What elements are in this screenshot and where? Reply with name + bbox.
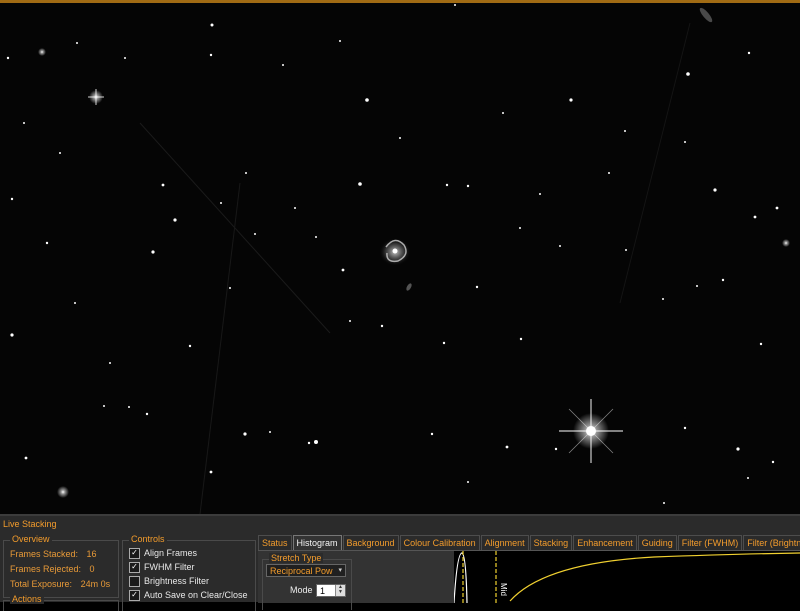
tab-alignment[interactable]: Alignment (480, 535, 529, 550)
frames-rejected-row: Frames Rejected: 0 (10, 564, 95, 574)
tab-stacking[interactable]: Stacking (529, 535, 573, 550)
fwhm-filter-checkbox[interactable]: ✓ FWHM Filter (129, 561, 195, 573)
chevron-down-icon: ▾ (338, 567, 342, 574)
overview-group: Overview Frames Stacked: 16 Frames Rejec… (3, 534, 119, 598)
frames-stacked-value: 16 (86, 549, 97, 559)
total-exposure-label: Total Exposure: (10, 579, 73, 589)
controls-group: Controls ✓ Align Frames ✓ FWHM Filter Br… (122, 534, 256, 611)
checkbox-icon: ✓ (129, 561, 140, 573)
auto-save-checkbox[interactable]: ✓ Auto Save on Clear/Close (129, 589, 248, 601)
frames-stacked-row: Frames Stacked: 16 (10, 549, 97, 559)
tab-background[interactable]: Background (342, 535, 399, 550)
checkbox-icon (129, 575, 140, 587)
star-field (6, 4, 790, 514)
stepper-arrows-icon[interactable]: ▲ ▼ (335, 585, 345, 596)
live-stacking-panel: Live Stacking Overview Frames Stacked: 1… (0, 514, 800, 611)
tab-filter-fwhm[interactable]: Filter (FWHM) (677, 535, 743, 550)
midpoint-marker-label: Mid (499, 583, 508, 596)
panel-title: Live Stacking (3, 519, 57, 529)
frames-rejected-value: 0 (89, 564, 95, 574)
histogram-curve: Mid (453, 551, 800, 604)
tab-enhancement[interactable]: Enhancement (573, 535, 637, 550)
tab-status[interactable]: Status (258, 535, 292, 550)
spiral-galaxy (379, 238, 411, 266)
brightness-filter-checkbox[interactable]: Brightness Filter (129, 575, 209, 587)
overview-label: Overview (10, 534, 52, 544)
actions-label: Actions (10, 594, 44, 604)
tab-filter-brightness[interactable]: Filter (Brightness) (743, 535, 800, 550)
frames-stacked-label: Frames Stacked: (10, 549, 79, 559)
controls-label: Controls (129, 534, 167, 544)
tab-histogram[interactable]: Histogram (292, 535, 342, 550)
total-exposure-value: 24m 0s (80, 579, 111, 589)
tab-guiding[interactable]: Guiding (637, 535, 677, 550)
histogram-plot[interactable]: Mid (453, 551, 800, 604)
total-exposure-row: Total Exposure: 24m 0s (10, 579, 110, 589)
bright-star (559, 399, 623, 463)
align-frames-checkbox[interactable]: ✓ Align Frames (129, 547, 197, 559)
mode-stepper[interactable]: 1 ▲ ▼ (316, 584, 346, 597)
stacked-image-view[interactable] (0, 3, 800, 514)
tab-colour-calibration[interactable]: Colour Calibration (399, 535, 480, 550)
tab-bar: Status Histogram Background Colour Calib… (258, 535, 800, 550)
actions-group: Actions (3, 594, 119, 611)
histogram-tab-content: Stretch Type Reciprocal Pow ▾ Mode 1 ▲ ▼ … (258, 550, 800, 610)
mode-label: Mode (290, 585, 313, 595)
medium-star (38, 48, 790, 498)
checkbox-icon: ✓ (129, 547, 140, 559)
frames-rejected-label: Frames Rejected: (10, 564, 82, 574)
checkbox-icon: ✓ (129, 589, 140, 601)
stretch-type-label: Stretch Type (269, 553, 324, 563)
stretch-type-select[interactable]: Reciprocal Pow ▾ (266, 564, 346, 577)
